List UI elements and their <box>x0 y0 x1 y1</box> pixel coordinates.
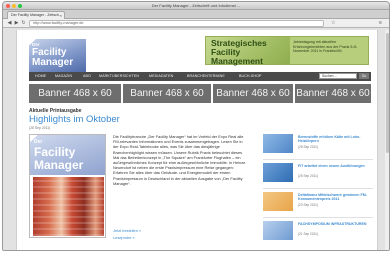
tab-bar: Der Facility Manager - Zeitsch... × <box>3 10 389 19</box>
news-thumbnail <box>263 221 293 240</box>
vertical-scrollbar[interactable] <box>385 30 389 250</box>
promo-banner[interactable]: Strategisches Facility Management Jahres… <box>205 36 369 66</box>
news-item[interactable]: Brennstoffe erhöhen Kälte mit Lohn-Heizk… <box>263 134 373 160</box>
search-input[interactable]: Suchen ... <box>319 73 357 79</box>
news-thumbnail <box>263 192 293 211</box>
address-bar[interactable]: http://www.facility-manager.de <box>29 20 324 27</box>
search-button[interactable]: Go <box>359 73 369 79</box>
web-page: Der Facility Manager Strategisches Facil… <box>16 30 378 250</box>
news-title[interactable]: Brennstoffe erhöhen Kälte mit Lohn-Heizk… <box>298 135 370 144</box>
scrollbar-thumb[interactable] <box>386 33 389 153</box>
page-viewport: Der Facility Manager Strategisches Facil… <box>3 30 389 250</box>
cover-text-line2: Facility <box>34 145 76 159</box>
news-divider <box>263 188 373 189</box>
news-date: (25 Sep 2011) <box>298 174 318 178</box>
sample-link[interactable]: Leseprobe » <box>113 235 135 240</box>
tab-label: Der Facility Manager - Zeitsch... <box>11 13 62 17</box>
promo-text: Jahrestagung mit aktuellen Erfahrungsber… <box>293 40 358 54</box>
news-thumbnail <box>263 163 293 182</box>
news-date: (28 Sep 2011) <box>298 145 318 149</box>
nav-item-buch-shop[interactable]: BUCH-SHOP <box>239 74 261 78</box>
window-title: Der Facility Manager - Zeitschrift und I… <box>151 3 241 8</box>
cover-text-line3: Manager <box>34 158 84 172</box>
reload-icon[interactable]: ↻ <box>20 20 27 27</box>
magazine-cover[interactable]: Der Facility Manager <box>29 134 106 238</box>
news-title[interactable]: FACHSYMPOSIUM INFRASTRUKTUREN <box>298 222 370 226</box>
back-icon[interactable]: ◀ <box>6 20 13 27</box>
ad-banner[interactable]: Banner 468 x 60 <box>295 84 371 103</box>
forward-icon[interactable]: ▶ <box>13 20 20 27</box>
browser-tab[interactable]: Der Facility Manager - Zeitsch... × <box>7 11 65 19</box>
tab-close-icon[interactable]: × <box>60 13 62 18</box>
menu-icon[interactable]: ≡ <box>379 20 382 26</box>
news-divider <box>263 159 373 160</box>
logo-text-line3: Manager <box>32 57 74 68</box>
article-date: (28 Sep 2011) <box>29 126 51 130</box>
news-title[interactable]: FIT arbeitet einen neuen Ausführungen <box>298 164 370 168</box>
news-thumbnail <box>263 134 293 153</box>
nav-item-abo[interactable]: ABO <box>83 74 91 78</box>
title-bar: Der Facility Manager - Zeitschrift und I… <box>3 2 389 10</box>
browser-toolbar: ◀ ▶ ↻ http://www.facility-manager.de ☆ ≡ <box>3 19 389 28</box>
bookmark-icon[interactable]: ☆ <box>331 20 335 26</box>
news-item[interactable]: Deltafinanz Mittelschwere gewinnen FM-Ko… <box>263 192 373 218</box>
article-headline[interactable]: Highlights im Oktober <box>29 114 120 125</box>
news-date: (23 Sep 2011) <box>298 203 318 207</box>
news-item[interactable]: FACHSYMPOSIUM INFRASTRUKTUREN (21 Sep 20… <box>263 221 373 247</box>
cover-photo <box>33 177 104 236</box>
ad-banner[interactable]: Banner 468 x 60 <box>29 84 121 103</box>
site-logo[interactable]: Der Facility Manager <box>29 39 86 72</box>
news-item[interactable]: FIT arbeitet einen neuen Ausführungen (2… <box>263 163 373 189</box>
nav-item-magazin[interactable]: MAGAZIN <box>55 74 72 78</box>
news-title[interactable]: Deltafinanz Mittelschwere gewinnen FM-Ko… <box>298 193 370 202</box>
news-date: (21 Sep 2011) <box>298 232 318 236</box>
nav-item-branchentermine[interactable]: BRANCHENTERMINE <box>187 74 225 78</box>
nav-item-marktuebersichten[interactable]: MARKTÜBERSICHTEN <box>99 74 139 78</box>
nav-item-home[interactable]: HOME <box>35 74 46 78</box>
order-link[interactable]: Jetzt bestellen » <box>113 228 141 233</box>
nav-item-mediadaten[interactable]: MEDIADATEN <box>149 74 173 78</box>
promo-headline: Strategisches Facility Management <box>211 38 267 66</box>
ad-banner[interactable]: Banner 468 x 60 <box>123 84 211 103</box>
article-body: Die Facilitybranche „Der Facility Manage… <box>113 134 246 186</box>
browser-window: Der Facility Manager - Zeitschrift und I… <box>2 1 390 251</box>
news-divider <box>263 217 373 218</box>
main-navigation: HOME MAGAZIN ABO MARKTÜBERSICHTEN MEDIAD… <box>29 72 371 81</box>
ad-banner[interactable]: Banner 468 x 60 <box>213 84 293 103</box>
